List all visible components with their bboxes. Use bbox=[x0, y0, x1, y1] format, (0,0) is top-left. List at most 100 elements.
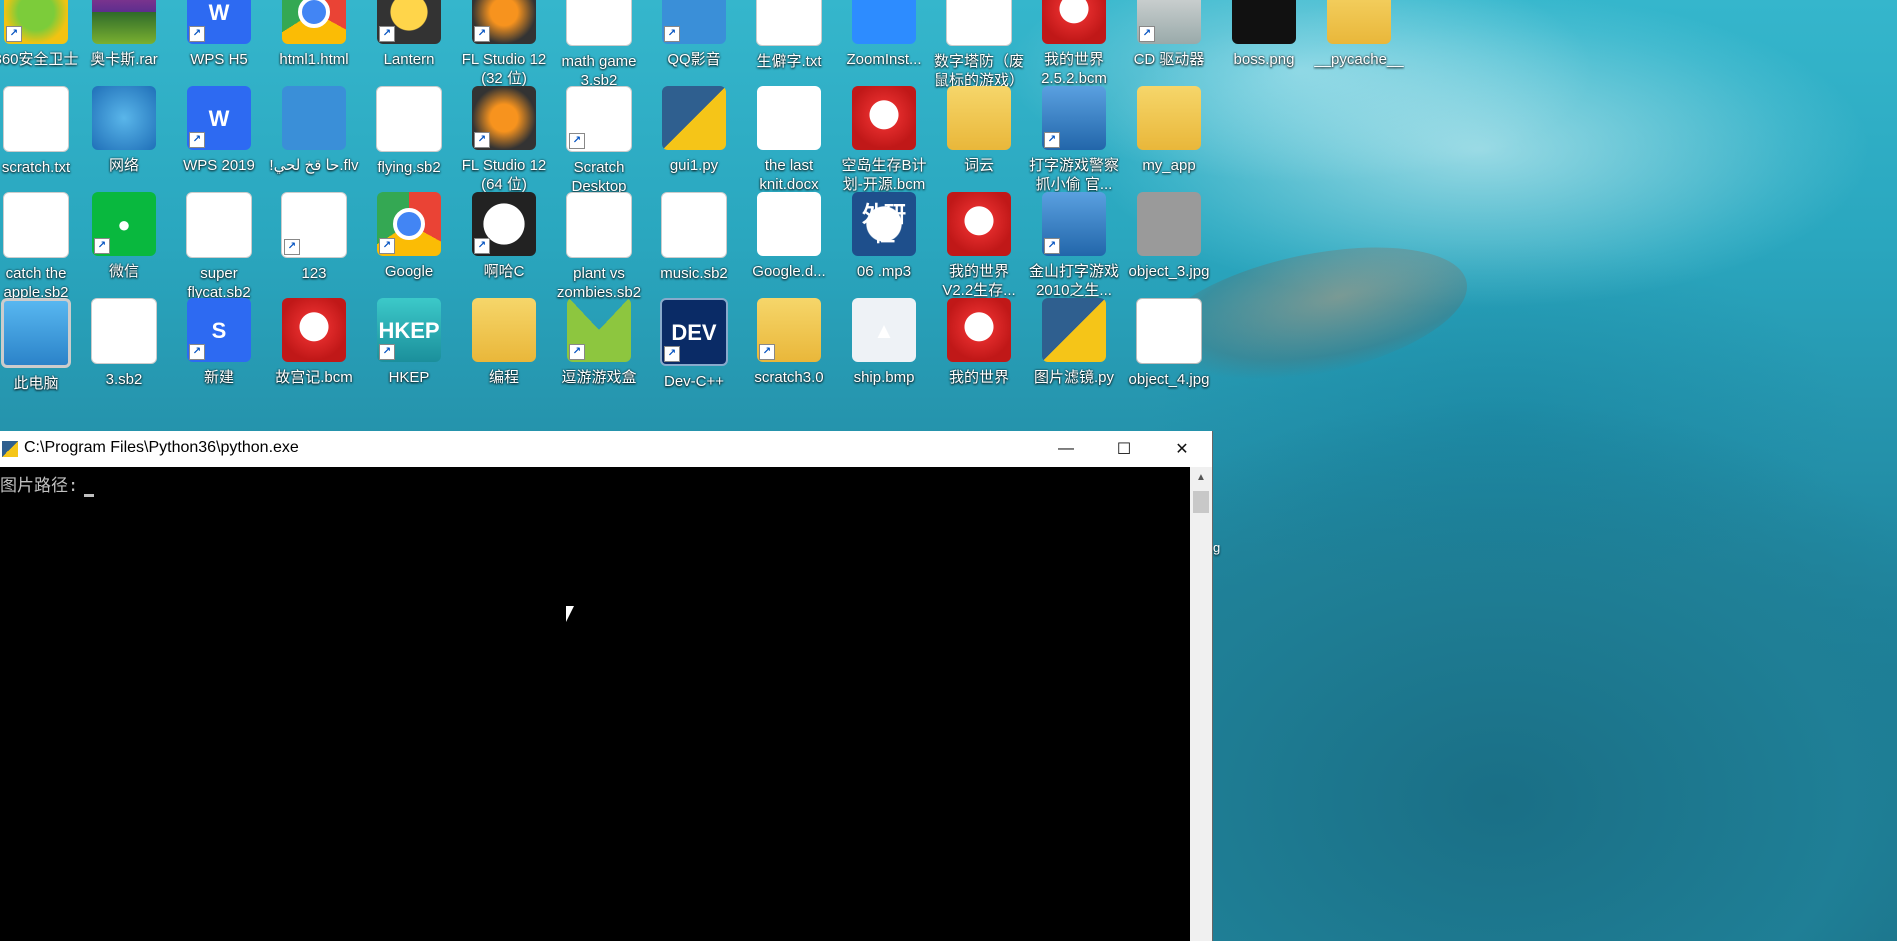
file-icon bbox=[1137, 192, 1201, 256]
desktop-icon-label: Lantern bbox=[383, 51, 435, 68]
file-icon: ✦ bbox=[1136, 298, 1202, 364]
file-icon: ☺ bbox=[566, 192, 632, 258]
python-console-window[interactable]: C:\Program Files\Python36\python.exe — ☐… bbox=[0, 431, 1213, 941]
window-titlebar[interactable]: C:\Program Files\Python36\python.exe — ☐… bbox=[0, 431, 1212, 467]
file-icon bbox=[1232, 0, 1296, 44]
desktop-icon[interactable]: S ↗ 新建 bbox=[173, 298, 265, 422]
desktop-icon-label: html1.html bbox=[279, 51, 349, 68]
desktop-icon[interactable]: 此电脑 bbox=[0, 298, 82, 422]
desktop-icon-label: ship.bmp bbox=[853, 369, 915, 386]
desktop-icon-label: 编程 bbox=[488, 369, 519, 386]
desktop-icon-label: 空岛生存B计 划-开源.bcm bbox=[841, 157, 927, 193]
minimize-button[interactable]: — bbox=[1037, 431, 1095, 467]
icon-glyph: DEV bbox=[671, 319, 717, 345]
shortcut-arrow-icon: ↗ bbox=[1139, 26, 1155, 42]
file-icon: W bbox=[757, 192, 821, 256]
file-icon: ☺ bbox=[376, 86, 442, 152]
icon-glyph: ☺ bbox=[682, 212, 706, 238]
desktop-icon[interactable]: 我的世界 bbox=[933, 298, 1025, 422]
file-icon: ↗ bbox=[472, 0, 536, 44]
desktop-icon-label: FL Studio 12 (32 位) bbox=[461, 51, 547, 87]
desktop-icon[interactable]: 编程 bbox=[458, 298, 550, 422]
file-icon: ↗ bbox=[472, 86, 536, 150]
icon-glyph: ✦ bbox=[1159, 318, 1179, 344]
scroll-up-arrow-icon[interactable]: ▲ bbox=[1190, 467, 1212, 489]
icon-glyph: S bbox=[591, 106, 607, 132]
maximize-button[interactable]: ☐ bbox=[1095, 431, 1153, 467]
vertical-scrollbar[interactable]: ▲ bbox=[1190, 467, 1212, 941]
desktop-icon-label: QQ影音 bbox=[667, 51, 721, 68]
desktop-icon[interactable]: ↗ scratch3.0 bbox=[743, 298, 835, 422]
scroll-thumb[interactable] bbox=[1193, 491, 1209, 513]
icon-glyph: C bbox=[496, 211, 512, 237]
desktop-icon-label: CD 驱动器 bbox=[1133, 51, 1205, 68]
file-icon bbox=[282, 0, 346, 44]
desktop-icon[interactable]: HKEP ↗ HKEP bbox=[363, 298, 455, 422]
desktop-icon[interactable]: ✦ object_4.jpg bbox=[1123, 298, 1215, 422]
file-icon bbox=[1042, 298, 1106, 362]
text-cursor bbox=[84, 494, 95, 497]
shortcut-arrow-icon: ↗ bbox=[759, 344, 775, 360]
desktop-icon-label: 啊哈C bbox=[483, 263, 525, 280]
desktop-icon[interactable]: 图片滤镜.py bbox=[1028, 298, 1120, 422]
icon-glyph: ☺ bbox=[587, 0, 611, 26]
shortcut-arrow-icon: ↗ bbox=[1044, 132, 1060, 148]
desktop-icon-label: 逗游游戏盒 bbox=[561, 369, 637, 386]
desktop-icon-label: the last knit.docx bbox=[759, 157, 819, 193]
desktop-icon[interactable]: boss.png bbox=[1218, 0, 1310, 104]
file-icon: W bbox=[757, 86, 821, 150]
desktop-icon[interactable]: 故宫记.bcm bbox=[268, 298, 360, 422]
file-icon: ☺ bbox=[3, 192, 69, 258]
desktop-icon-label: WPS 2019 bbox=[183, 157, 255, 174]
desktop-icon-label: object_3.jpg bbox=[1128, 263, 1210, 280]
shortcut-arrow-icon: ↗ bbox=[189, 132, 205, 148]
shortcut-arrow-icon: ↗ bbox=[379, 26, 395, 42]
shortcut-arrow-icon: ↗ bbox=[474, 238, 490, 254]
shortcut-arrow-icon: ↗ bbox=[569, 344, 585, 360]
desktop-icon[interactable]: ↗ 逗游游戏盒 bbox=[553, 298, 645, 422]
icon-glyph: ☺ bbox=[24, 212, 48, 238]
file-icon bbox=[92, 86, 156, 150]
icon-glyph: W bbox=[778, 211, 800, 237]
file-icon bbox=[282, 86, 346, 150]
file-icon: ↗ bbox=[1042, 192, 1106, 256]
python-icon bbox=[2, 441, 18, 457]
file-icon: ☺ bbox=[566, 0, 632, 46]
file-icon bbox=[852, 86, 916, 150]
desktop-icon-label: 我的世界 bbox=[948, 369, 1009, 386]
file-icon: ▲ bbox=[852, 298, 916, 362]
desktop-icon-label: HKEP bbox=[388, 369, 430, 386]
shortcut-arrow-icon: ↗ bbox=[664, 26, 680, 42]
file-icon bbox=[947, 192, 1011, 256]
shortcut-arrow-icon: ↗ bbox=[284, 239, 300, 255]
shortcut-arrow-icon: ↗ bbox=[1044, 238, 1060, 254]
desktop-icon[interactable]: __pycache__ bbox=[1313, 0, 1405, 104]
shortcut-arrow-icon: ↗ bbox=[189, 26, 205, 42]
desktop-icon-label: WPS H5 bbox=[190, 51, 248, 68]
file-icon: ☺ bbox=[661, 192, 727, 258]
desktop-icon-label: 新建 bbox=[203, 369, 234, 386]
file-icon: DEV ↗ bbox=[660, 298, 728, 366]
console-output[interactable]: 图片路径: bbox=[0, 467, 1190, 941]
close-button[interactable]: ✕ bbox=[1153, 431, 1211, 467]
icon-glyph: HKEP bbox=[378, 317, 440, 343]
icon-glyph: W bbox=[778, 105, 800, 131]
desktop-icon-label: 360安全卫士 bbox=[0, 51, 79, 68]
desktop-icon-label: 打字游戏警察 抓小偷 官... bbox=[1028, 157, 1119, 193]
desktop-icon-label: scratch3.0 bbox=[754, 369, 824, 386]
desktop-icon[interactable]: DEV ↗ Dev-C++ bbox=[648, 298, 740, 422]
icon-glyph: W bbox=[208, 105, 230, 131]
desktop-icon[interactable]: ☺ 3.sb2 bbox=[78, 298, 170, 422]
desktop-icon-label: 微信 bbox=[108, 263, 139, 280]
file-icon bbox=[282, 298, 346, 362]
file-icon bbox=[852, 0, 916, 44]
desktop-label-fragment: g bbox=[1213, 540, 1221, 555]
file-icon: S ↗ bbox=[187, 298, 251, 362]
file-icon: W ↗ bbox=[187, 0, 251, 44]
file-icon: ↗ bbox=[281, 192, 347, 258]
desktop-icon[interactable]: ▲ ship.bmp bbox=[838, 298, 930, 422]
desktop-icon-label: 故宫记.bcm bbox=[275, 369, 353, 386]
file-icon bbox=[947, 86, 1011, 150]
file-icon: ↗ bbox=[377, 192, 441, 256]
file-icon: ↗ bbox=[662, 0, 726, 44]
